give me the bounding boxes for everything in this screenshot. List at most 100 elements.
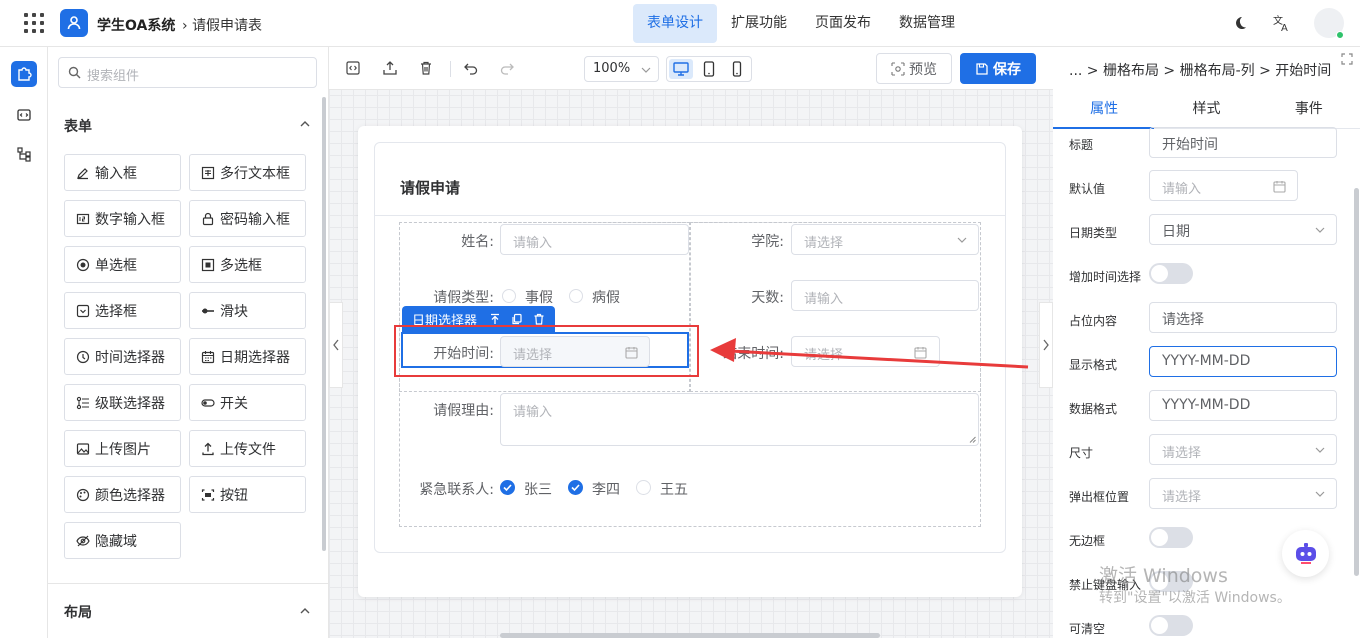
image-icon	[76, 442, 90, 456]
component-panel-scrollbar[interactable]	[322, 97, 326, 551]
properties-scrollbar[interactable]	[1354, 188, 1359, 576]
properties-breadcrumb[interactable]: ... > 栅格布局 > 栅格布局-列 > 开始时间	[1069, 60, 1331, 80]
save-button[interactable]: 保存	[960, 53, 1036, 84]
export-icon[interactable]	[381, 59, 399, 77]
prop-default-date-picker[interactable]: 请输入	[1149, 170, 1298, 201]
reason-textarea[interactable]: 请输入	[500, 393, 979, 446]
prop-title-input[interactable]: 开始时间	[1149, 127, 1337, 158]
preview-eye-icon	[891, 61, 905, 76]
prop-date-type-select[interactable]: 日期	[1149, 214, 1337, 245]
nav-form-design[interactable]: 表单设计	[633, 4, 717, 43]
prop-placeholder-input[interactable]: 请选择	[1149, 302, 1337, 333]
breadcrumb-chevron-icon: ›	[182, 18, 188, 34]
component-item-label: 密码输入框	[220, 211, 290, 228]
component-item[interactable]: 级联选择器	[64, 384, 181, 421]
device-switch	[666, 56, 752, 82]
desktop-view-icon[interactable]	[669, 59, 693, 79]
tree-structure-icon[interactable]	[11, 141, 37, 167]
section-form-title[interactable]: 表单	[64, 116, 92, 136]
prop-size-select[interactable]: 请选择	[1149, 434, 1337, 465]
leave-type-radio-sick[interactable]	[569, 289, 583, 303]
app-logo-icon	[60, 9, 88, 37]
chevron-down-icon	[641, 67, 651, 73]
right-panel-collapse-handle[interactable]	[1039, 302, 1053, 388]
component-item[interactable]: 按钮	[189, 476, 306, 513]
translate-icon[interactable]: 文A	[1273, 14, 1291, 32]
component-item[interactable]: 日期选择器	[189, 338, 306, 375]
component-search-input[interactable]: 搜索组件	[58, 57, 317, 88]
component-item[interactable]: 滑块	[189, 292, 306, 329]
chevron-up-icon[interactable]	[300, 606, 310, 616]
component-item[interactable]: 颜色选择器	[64, 476, 181, 513]
prop-data-format-input[interactable]: YYYY-MM-DD	[1149, 390, 1337, 421]
chevron-up-icon[interactable]	[300, 119, 310, 129]
redo-icon[interactable]	[498, 59, 516, 77]
component-item-label: 上传文件	[220, 441, 276, 458]
code-view-icon[interactable]	[11, 102, 37, 128]
copy-icon[interactable]	[511, 313, 523, 325]
component-item[interactable]: 时间选择器	[64, 338, 181, 375]
prop-display-format-input[interactable]: YYYY-MM-DD	[1149, 346, 1337, 377]
component-item[interactable]: 选择框	[64, 292, 181, 329]
prop-borderless-switch[interactable]	[1149, 527, 1193, 548]
assistant-bot-button[interactable]	[1282, 530, 1329, 577]
contact-checkbox[interactable]	[568, 480, 583, 495]
canvas-horizontal-scrollbar[interactable]	[500, 633, 880, 638]
section-layout-title[interactable]: 布局	[64, 602, 92, 622]
dark-mode-moon-icon[interactable]	[1232, 15, 1248, 31]
prop-date-type-value: 日期	[1162, 224, 1190, 240]
prop-popup-select[interactable]: 请选择	[1149, 478, 1337, 509]
button-icon	[201, 488, 215, 502]
nav-extensions[interactable]: 扩展功能	[717, 4, 801, 43]
component-item[interactable]: 数字输入框	[64, 200, 181, 237]
nav-data-management[interactable]: 数据管理	[885, 4, 969, 43]
move-to-top-icon[interactable]	[489, 313, 501, 325]
tab-events[interactable]: 事件	[1258, 91, 1360, 128]
zoom-select[interactable]: 100%	[584, 56, 659, 82]
breadcrumb[interactable]: › 请假申请表	[182, 15, 262, 35]
apps-grid-icon[interactable]	[24, 13, 44, 33]
component-item[interactable]: 多选框	[189, 246, 306, 283]
mobile-view-icon[interactable]	[725, 59, 749, 79]
edit-icon	[76, 166, 90, 180]
properties-tabs: 属性 样式 事件	[1053, 91, 1360, 129]
component-item[interactable]: 上传图片	[64, 430, 181, 467]
days-input[interactable]: 请输入	[791, 280, 979, 311]
tablet-view-icon[interactable]	[697, 59, 721, 79]
name-input[interactable]: 请输入	[500, 224, 689, 255]
component-item[interactable]: 上传文件	[189, 430, 306, 467]
undo-icon[interactable]	[462, 59, 480, 77]
tab-attributes[interactable]: 属性	[1053, 91, 1155, 128]
leave-type-radio-personal[interactable]	[502, 289, 516, 303]
component-item[interactable]: 开关	[189, 384, 306, 421]
prop-clearable-switch[interactable]	[1149, 615, 1193, 636]
annotation-highlight-box	[394, 325, 699, 377]
prop-title-value: 开始时间	[1162, 137, 1218, 153]
prop-default-placeholder: 请输入	[1162, 182, 1202, 197]
component-item[interactable]: 多行文本框	[189, 154, 306, 191]
nav-publish[interactable]: 页面发布	[801, 4, 885, 43]
delete-icon[interactable]	[533, 313, 545, 325]
contact-name: 张三	[524, 482, 552, 498]
component-item[interactable]: 输入框	[64, 154, 181, 191]
code-icon[interactable]	[344, 59, 362, 77]
chevron-down-icon	[1315, 227, 1325, 233]
prop-date-type-label: 日期类型	[1069, 226, 1118, 240]
upload-icon	[201, 442, 215, 456]
preview-button[interactable]: 预览	[876, 53, 952, 84]
prop-add-time-switch[interactable]	[1149, 263, 1193, 284]
components-tab-puzzle-icon[interactable]	[11, 61, 37, 87]
fullscreen-icon[interactable]	[1341, 53, 1353, 65]
resize-handle-icon[interactable]	[969, 436, 976, 443]
component-item[interactable]: 单选框	[64, 246, 181, 283]
component-item[interactable]: 密码输入框	[189, 200, 306, 237]
tab-style[interactable]: 样式	[1155, 91, 1257, 128]
component-item[interactable]: 隐藏域	[64, 522, 181, 559]
radio-icon	[76, 258, 90, 272]
trash-icon[interactable]	[417, 59, 435, 77]
left-panel-collapse-handle[interactable]	[329, 302, 343, 388]
contact-checkbox[interactable]	[636, 480, 651, 495]
contact-checkbox[interactable]	[500, 480, 515, 495]
activation-watermark-title: 激活 Windows	[1099, 565, 1228, 587]
college-select[interactable]: 请选择	[791, 224, 979, 255]
